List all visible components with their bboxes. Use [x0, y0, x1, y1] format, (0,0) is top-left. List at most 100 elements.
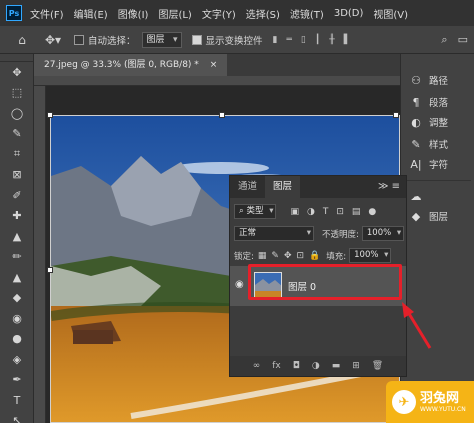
transform-handle[interactable]	[47, 112, 53, 118]
layer-style-icon[interactable]: fx	[272, 361, 281, 371]
type-tool[interactable]: T	[0, 390, 34, 411]
history-brush-tool[interactable]: ▲	[0, 267, 34, 288]
tab-layers[interactable]: 图层	[265, 176, 301, 198]
libraries-panel-button[interactable]: ☁	[409, 186, 429, 206]
cloud-icon: ☁	[410, 189, 422, 203]
filter-type-icon[interactable]: T	[323, 207, 329, 217]
layers-label: 图层	[429, 212, 449, 223]
search-icon[interactable]: ⌕	[441, 33, 447, 47]
paths-panel-button[interactable]: ⚇ 路径	[409, 70, 448, 90]
move-tool[interactable]: ✥	[0, 62, 34, 83]
quick-select-tool[interactable]: ✎	[0, 124, 34, 145]
paths-label: 路径	[429, 76, 449, 87]
eraser-tool[interactable]: ◆	[0, 288, 34, 309]
eyedropper-tool[interactable]: ✐	[0, 185, 34, 206]
document-tab[interactable]: 27.jpeg @ 33.3% (图层 0, RGB/8) * ×	[34, 54, 228, 76]
lock-position-icon[interactable]: ✥	[284, 251, 292, 261]
menu-edit[interactable]: 编辑(E)	[74, 6, 108, 21]
auto-select-group: 自动选择：	[74, 33, 136, 47]
healing-tool[interactable]: ✚	[0, 206, 34, 227]
show-transform-label: 显示变换控件	[205, 35, 263, 47]
auto-select-checkbox[interactable]	[74, 34, 84, 45]
auto-select-dropdown[interactable]: 图层	[141, 31, 182, 48]
blend-mode-dropdown[interactable]: 正常	[234, 226, 314, 241]
frame-tool[interactable]: ⊠	[0, 165, 34, 186]
menu-image[interactable]: 图像(I)	[118, 6, 149, 21]
ruler-vertical[interactable]	[34, 86, 46, 423]
menu-type[interactable]: 文字(Y)	[202, 6, 236, 21]
transform-handle[interactable]	[219, 112, 225, 118]
layers-panel-footer: ∞ fx ◘ ◑ ▬ ⊞ 🗑	[230, 356, 406, 376]
workspace-icon[interactable]: ▭	[458, 33, 468, 47]
menu-view[interactable]: 视图(V)	[373, 6, 408, 21]
paths-icon: ⚇	[411, 73, 421, 87]
opacity-label: 不透明度:	[322, 229, 359, 240]
fill-label: 填充:	[326, 251, 347, 262]
transform-handle[interactable]	[393, 112, 399, 118]
auto-select-label: 自动选择：	[88, 35, 136, 47]
new-layer-icon[interactable]: ⊞	[352, 361, 360, 371]
lock-pixels-icon[interactable]: ✎	[271, 251, 279, 261]
lock-all-icon[interactable]: 🔒	[309, 251, 320, 261]
group-folder-icon[interactable]: ▬	[332, 361, 341, 371]
character-panel-button[interactable]: A| 字符	[409, 154, 448, 174]
filter-smart-object-icon[interactable]: ▤	[352, 207, 361, 217]
add-mask-icon[interactable]: ◘	[293, 361, 300, 371]
fill-field[interactable]: 100%	[349, 248, 392, 263]
eye-icon[interactable]: ◉	[235, 279, 244, 290]
panel-menu-icon[interactable]: ≫ ≡	[378, 176, 400, 198]
tab-channels[interactable]: 通道	[230, 176, 265, 198]
align-left-icon[interactable]: ▮	[273, 35, 278, 45]
filter-toggle-icon[interactable]: ●	[368, 207, 376, 217]
align-middle-icon[interactable]: ╫	[329, 35, 334, 45]
toolbar-grip[interactable]	[0, 54, 33, 62]
filter-kind-dropdown[interactable]: ⌕ 类型	[234, 204, 277, 219]
lock-artboard-icon[interactable]: ⊡	[296, 251, 304, 261]
lasso-tool[interactable]: ◯	[0, 103, 34, 124]
adjustment-layer-icon[interactable]: ◑	[312, 361, 320, 371]
brush-tool[interactable]: ▲	[0, 226, 34, 247]
menu-3d[interactable]: 3D(D)	[334, 8, 364, 19]
show-transform-checkbox[interactable]	[191, 34, 202, 45]
align-center-icon[interactable]: ═	[287, 35, 292, 45]
crop-tool[interactable]: ⌗	[0, 144, 34, 165]
document-tab-bar: 27.jpeg @ 33.3% (图层 0, RGB/8) * ×	[34, 54, 400, 76]
filter-adjustment-icon[interactable]: ◑	[307, 207, 315, 217]
align-right-icon[interactable]: ▯	[301, 35, 306, 45]
path-select-tool[interactable]: ↖	[0, 411, 34, 423]
home-icon[interactable]: ⌂	[10, 33, 34, 47]
paragraph-label: 段落	[429, 98, 449, 109]
link-layers-icon[interactable]: ∞	[253, 361, 261, 371]
dodge-tool[interactable]: ◈	[0, 349, 34, 370]
options-right-icons: ⌕ ▭	[441, 33, 468, 47]
document-tab-title: 27.jpeg @ 33.3% (图层 0, RGB/8) *	[44, 60, 199, 70]
opacity-field[interactable]: 100%	[361, 226, 405, 241]
ruler-horizontal[interactable]	[34, 76, 400, 86]
menu-file[interactable]: 文件(F)	[30, 6, 64, 21]
delete-layer-icon[interactable]: 🗑	[372, 361, 383, 371]
layers-panel-button[interactable]: ◆ 图层	[409, 206, 448, 226]
gradient-tool[interactable]: ◉	[0, 308, 34, 329]
styles-panel-button[interactable]: ✎ 样式	[409, 134, 448, 154]
lock-transparent-icon[interactable]: ▦	[258, 251, 267, 261]
blur-tool[interactable]: ●	[0, 329, 34, 350]
align-top-icon[interactable]: ┃	[315, 35, 320, 45]
menu-select[interactable]: 选择(S)	[246, 6, 280, 21]
lock-row: 锁定: ▦ ✎ ✥ ⊡ 🔒 填充: 100%	[230, 248, 406, 263]
adjustments-label: 调整	[429, 118, 449, 129]
menu-filter[interactable]: 滤镜(T)	[290, 6, 324, 21]
right-panel-dock: ⚇ 路径 ¶ 段落 ◐ 调整 ✎ 样式 A| 字符 ☁ ◆ 图层	[400, 54, 474, 423]
transform-handle[interactable]	[47, 267, 53, 273]
stamp-tool[interactable]: ✏	[0, 247, 34, 268]
adjustments-panel-button[interactable]: ◐ 调整	[409, 112, 448, 132]
filter-pixel-icon[interactable]: ▣	[290, 207, 299, 217]
filter-shape-icon[interactable]: ⊡	[336, 207, 344, 217]
close-icon[interactable]: ×	[210, 60, 218, 70]
pen-tool[interactable]: ✒	[0, 370, 34, 391]
marquee-tool[interactable]: ⬚	[0, 83, 34, 104]
paragraph-panel-button[interactable]: ¶ 段落	[409, 92, 449, 112]
align-bottom-icon[interactable]: ▌	[344, 35, 351, 45]
menu-layer[interactable]: 图层(L)	[158, 6, 191, 21]
paragraph-icon: ¶	[412, 95, 420, 109]
move-tool-icon[interactable]: ✥▾	[42, 33, 64, 47]
